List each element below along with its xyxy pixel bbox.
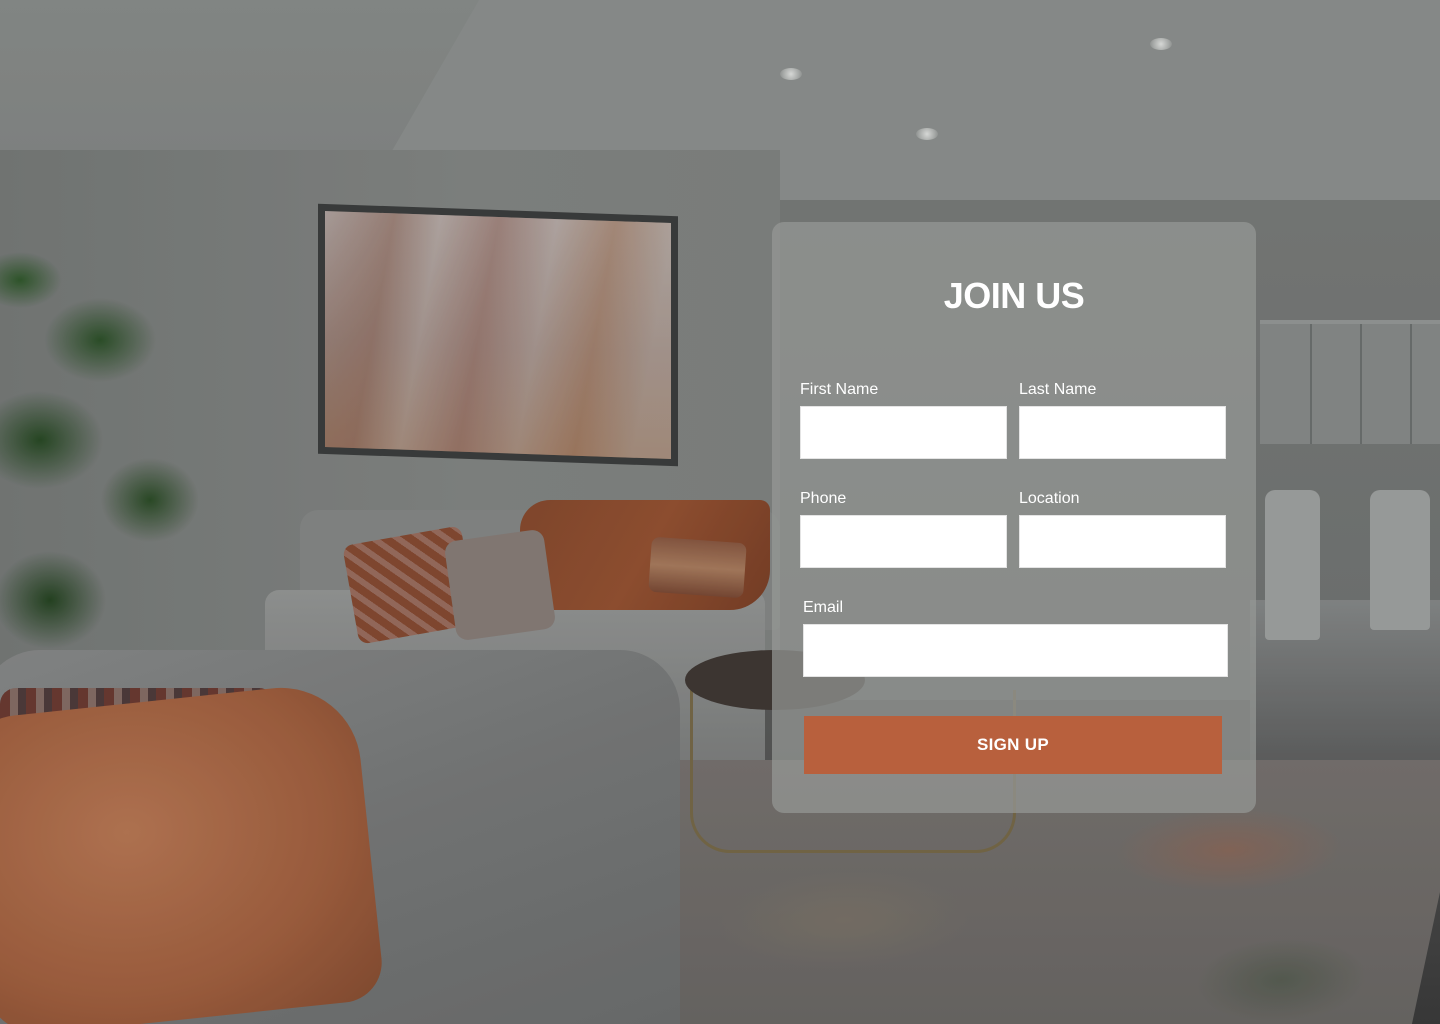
first-name-field[interactable] bbox=[800, 406, 1007, 459]
phone-field[interactable] bbox=[800, 515, 1007, 568]
location-field[interactable] bbox=[1019, 515, 1226, 568]
last-name-label: Last Name bbox=[1019, 381, 1097, 398]
sign-up-button[interactable]: SIGN UP bbox=[804, 716, 1222, 774]
first-name-label: First Name bbox=[800, 381, 879, 398]
page-title: JOIN US bbox=[943, 275, 1085, 316]
email-label: Email bbox=[803, 599, 844, 616]
last-name-field[interactable] bbox=[1019, 406, 1226, 459]
location-label: Location bbox=[1019, 490, 1080, 507]
email-field[interactable] bbox=[803, 624, 1228, 677]
phone-label: Phone bbox=[800, 490, 847, 507]
